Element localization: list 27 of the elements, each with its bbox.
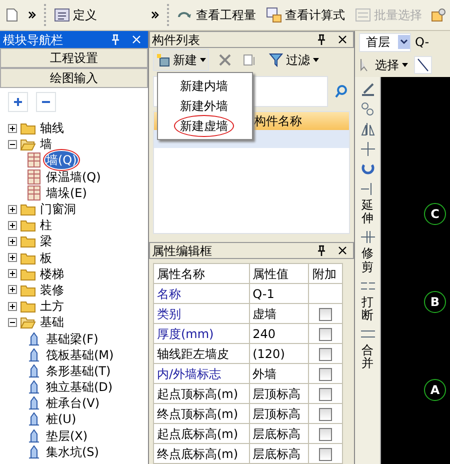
- property-name: 起点顶标高(m): [154, 384, 250, 404]
- panel-title: 模块导航栏: [3, 32, 63, 48]
- column-header: 附加: [308, 264, 342, 284]
- property-value: 240: [249, 324, 309, 344]
- property-value: 虚墙: [249, 304, 309, 324]
- property-name: 终点顶标高(m): [154, 404, 250, 424]
- property-name: 类别: [154, 304, 250, 324]
- column-header: 属性名称: [154, 264, 250, 284]
- property-value: 层顶标高: [249, 404, 309, 424]
- panel-title: 构件列表: [152, 32, 200, 48]
- property-name: 厚度(mm): [154, 324, 250, 344]
- property-name: 轴线距左墙皮: [154, 344, 250, 364]
- column-header: 属性值: [249, 264, 309, 284]
- panel-title: 属性编辑框: [152, 242, 212, 260]
- property-value: (120): [249, 344, 309, 364]
- property-name: 名称: [154, 284, 250, 304]
- property-name: 终点底标高(m): [154, 444, 250, 464]
- property-name: 起点底标高(m): [154, 424, 250, 444]
- axis-marker: B: [424, 291, 446, 313]
- axis-marker: C: [424, 203, 446, 225]
- property-value: Q-1: [249, 284, 309, 304]
- axis-marker: A: [424, 379, 446, 401]
- property-value: 外墙: [249, 364, 309, 384]
- property-value: 层顶标高: [249, 384, 309, 404]
- property-value: 层底标高: [249, 444, 309, 464]
- property-name: 内/外墙标志: [154, 364, 250, 384]
- property-value: 层底标高: [249, 424, 309, 444]
